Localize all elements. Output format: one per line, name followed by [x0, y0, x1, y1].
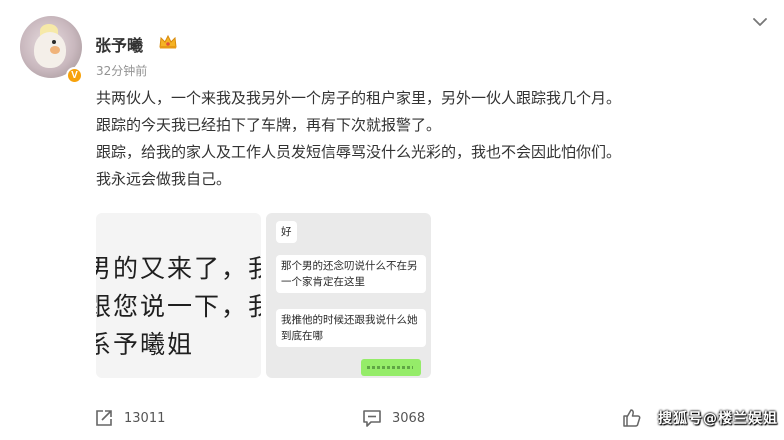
chat-bubble: 我推他的时候还跟我说什么她到底在哪: [276, 309, 426, 347]
verified-v-icon: V: [66, 67, 83, 84]
chevron-down-icon[interactable]: [752, 14, 768, 30]
post-line: 我永远会做我自己。: [96, 170, 232, 188]
avatar-bird-eye: [52, 40, 56, 44]
post-line: 跟踪的今天我已经拍下了车牌，再有下次就报警了。: [96, 116, 442, 134]
watermark-text: 搜狐号@楼兰娱姐: [658, 411, 778, 427]
chat-bubble: 好: [276, 221, 297, 243]
like-button[interactable]: 搜狐号@楼兰娱姐: [622, 405, 778, 431]
share-count: 13011: [124, 410, 166, 426]
image-text-line: 男的又来了，我: [96, 254, 261, 283]
chat-bubble: 那个男的还念叨说什么不在另一个家肯定在这里: [276, 255, 426, 293]
post-image-2[interactable]: 好 那个男的还念叨说什么不在另一个家肯定在这里 我推他的时候还跟我说什么她到底在…: [266, 213, 431, 378]
comment-icon: [363, 410, 381, 427]
post-timestamp[interactable]: 32分钟前: [96, 62, 147, 79]
redacted-scribble: [367, 366, 413, 369]
share-button[interactable]: 13011: [94, 405, 165, 431]
post-line: 共两伙人，一个来我及我另外一个房子的租户家里，另外一伙人跟踪我几个月。: [96, 89, 622, 107]
thumbs-up-icon: [623, 409, 641, 427]
chat-bubble-self: [361, 359, 421, 376]
avatar-bird-cheek: [50, 46, 60, 54]
share-icon: [96, 410, 112, 426]
comment-count: 3068: [392, 410, 426, 426]
comment-button[interactable]: 3068: [362, 405, 425, 431]
post-image-1[interactable]: 男的又来了，我 跟您说一下，我 系予曦姐: [96, 213, 261, 378]
image-text-line: 跟您说一下，我: [96, 292, 261, 321]
post-line: 跟踪，给我的家人及工作人员发短信辱骂没什么光彩的，我也不会因此怕你们。: [96, 143, 622, 161]
author-name[interactable]: 张予曦: [95, 32, 143, 56]
crown-icon: [159, 34, 177, 49]
action-bar: 13011 3068 搜狐号@楼兰娱姐: [0, 405, 784, 431]
post-body: 共两伙人，一个来我及我另外一个房子的租户家里，另外一伙人跟踪我几个月。 跟踪的今…: [96, 85, 756, 193]
image-text-line: 系予曦姐: [96, 330, 195, 359]
